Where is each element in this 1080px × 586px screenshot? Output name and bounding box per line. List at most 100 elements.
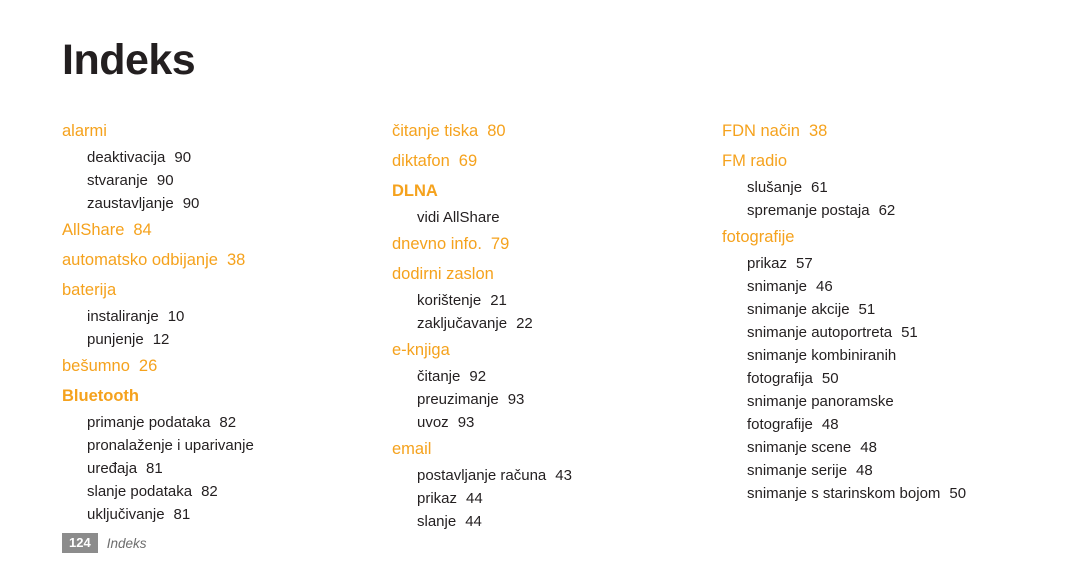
index-subentry-page-number: 93 xyxy=(457,414,475,431)
index-term-label: alarmi xyxy=(62,122,107,140)
index-subentry: čitanje 92 xyxy=(392,365,722,388)
index-subentry: stvaranje 90 xyxy=(62,169,392,192)
index-subentry-label: snimanje autoportreta xyxy=(747,324,893,341)
index-entry: email postavljanje računa 43 prikaz 44 slanje… xyxy=(392,434,722,533)
index-term-label: email xyxy=(392,440,432,458)
index-entry: DLNA vidi AllShare xyxy=(392,176,722,229)
footer-section-label: Indeks xyxy=(106,535,147,551)
index-subentry-list: prikaz 57 snimanje 46 snimanje akcije 51 snima… xyxy=(722,252,1022,505)
index-subentry-label: stvaranje xyxy=(87,172,148,189)
index-subentry: uvoz 93 xyxy=(392,411,722,434)
index-subentry-page-number: 48 xyxy=(860,439,877,456)
index-subentry: slanje podataka 82 xyxy=(62,480,392,503)
index-entry: FDN način 38 xyxy=(722,116,1022,146)
index-subentry-page-number: 81 xyxy=(173,506,191,523)
index-subentry-label: uvoz xyxy=(417,414,449,431)
index-subentry-label: zaustavljanje xyxy=(87,195,174,212)
index-subentry-label: postavljanje računa xyxy=(417,467,547,484)
index-subentry: zaustavljanje 90 xyxy=(62,192,392,215)
index-subentry: korištenje 21 xyxy=(392,289,722,312)
index-term-label: DLNA xyxy=(392,182,438,200)
index-subentry: snimanje kombiniranih xyxy=(722,344,1022,367)
index-page-number: 38 xyxy=(226,251,246,269)
index-subentry: preuzimanje 93 xyxy=(392,388,722,411)
index-subentry: slanje 44 xyxy=(392,510,722,533)
index-subentry-label: slušanje xyxy=(747,179,803,196)
index-subentry-page-number: 21 xyxy=(490,292,507,309)
index-subentry-page-number: 50 xyxy=(949,485,967,502)
index-subentry-page-number: 12 xyxy=(152,331,170,348)
index-entry-term: Bluetooth xyxy=(62,381,392,411)
index-subentry: uključivanje 81 xyxy=(62,503,392,526)
page-number: 124 xyxy=(62,533,98,553)
index-entry-term: AllShare 84 xyxy=(62,215,392,245)
index-entry: AllShare 84 xyxy=(62,215,392,245)
index-subentry-label: pronalaženje i uparivanje xyxy=(87,437,254,454)
index-entry: diktafon 69 xyxy=(392,146,722,176)
index-subentry: snimanje panoramske xyxy=(722,390,1022,413)
index-entry-term: fotografije xyxy=(722,222,1022,252)
index-entry-term: baterija xyxy=(62,275,392,305)
index-subentry-page-number: 48 xyxy=(856,462,873,479)
index-columns: alarmi deaktivacija 90 stvaranje 90 zaustavlj… xyxy=(62,116,1022,533)
index-entry: fotografije prikaz 57 snimanje 46 snimanje ak… xyxy=(722,222,1022,505)
index-page-number: 84 xyxy=(133,221,152,239)
index-entry: bešumno 26 xyxy=(62,351,392,381)
index-term-label: FDN način xyxy=(722,122,800,140)
index-entry-term: email xyxy=(392,434,722,464)
page-footer: 124 Indeks xyxy=(62,533,146,553)
index-subentry-page-number: 62 xyxy=(878,202,896,219)
index-subentry-page-number: 90 xyxy=(156,172,174,189)
index-subentry-page-number: 61 xyxy=(811,179,828,196)
index-subentry-page-number: 93 xyxy=(507,391,525,408)
index-subentry-page-number: 50 xyxy=(821,370,839,387)
index-subentry-page-number: 51 xyxy=(901,324,918,341)
index-subentry-page-number: 51 xyxy=(858,301,876,318)
index-term-label: automatsko odbijanje xyxy=(62,251,218,269)
index-subentry-page-number: 43 xyxy=(555,467,572,484)
index-subentry-label: uređaja xyxy=(87,460,138,477)
index-subentry: fotografije 48 xyxy=(722,413,1022,436)
index-entry-term: dodirni zaslon xyxy=(392,259,722,289)
index-subentry-label: prikaz xyxy=(747,255,788,272)
index-subentry-label: korištenje xyxy=(417,292,482,309)
index-subentry-label: prikaz xyxy=(417,490,458,507)
index-subentry-label: instaliranje xyxy=(87,308,159,325)
index-entry-term: dnevno info. 79 xyxy=(392,229,722,259)
index-entry: čitanje tiska 80 xyxy=(392,116,722,146)
index-entry-term: diktafon 69 xyxy=(392,146,722,176)
page-title: Indeks xyxy=(62,36,196,84)
index-subentry: snimanje 46 xyxy=(722,275,1022,298)
index-entry: baterija instaliranje 10 punjenje 12 xyxy=(62,275,392,351)
index-subentry-label: snimanje panoramske xyxy=(747,393,894,410)
index-subentry-page-number: 90 xyxy=(174,149,192,166)
index-subentry-page-number: 22 xyxy=(516,315,533,332)
index-subentry: pronalaženje i uparivanje xyxy=(62,434,392,457)
index-subentry: snimanje akcije 51 xyxy=(722,298,1022,321)
index-subentry: snimanje serije 48 xyxy=(722,459,1022,482)
index-subentry: snimanje scene 48 xyxy=(722,436,1022,459)
index-subentry-label: fotografije xyxy=(747,416,813,433)
index-subentry: uređaja 81 xyxy=(62,457,392,480)
index-subentry-label: preuzimanje xyxy=(417,391,499,408)
index-subentry-list: deaktivacija 90 stvaranje 90 zaustavljanje 90 xyxy=(62,146,392,215)
index-subentry-label: zaključavanje xyxy=(417,315,508,332)
index-entry: alarmi deaktivacija 90 stvaranje 90 zaustavlj… xyxy=(62,116,392,215)
index-entry-term: alarmi xyxy=(62,116,392,146)
index-entry-term: bešumno 26 xyxy=(62,351,392,381)
index-entry: FM radio slušanje 61 spremanje postaja 62 xyxy=(722,146,1022,222)
index-subentry-label: spremanje postaja xyxy=(747,202,870,219)
index-subentry-list: postavljanje računa 43 prikaz 44 slanje 44 xyxy=(392,464,722,533)
index-subentry-label: deaktivacija xyxy=(87,149,166,166)
index-term-label: Bluetooth xyxy=(62,387,139,405)
index-term-label: bešumno xyxy=(62,357,130,375)
index-subentry: fotografija 50 xyxy=(722,367,1022,390)
index-entry-term: e-knjiga xyxy=(392,335,722,365)
index-subentry: spremanje postaja 62 xyxy=(722,199,1022,222)
index-term-label: diktafon xyxy=(392,152,450,170)
index-entry: dnevno info. 79 xyxy=(392,229,722,259)
index-subentry-label: slanje xyxy=(417,513,457,530)
index-subentry: vidi AllShare xyxy=(392,206,722,229)
index-subentry-list: čitanje 92 preuzimanje 93 uvoz 93 xyxy=(392,365,722,434)
index-subentry: prikaz 57 xyxy=(722,252,1022,275)
